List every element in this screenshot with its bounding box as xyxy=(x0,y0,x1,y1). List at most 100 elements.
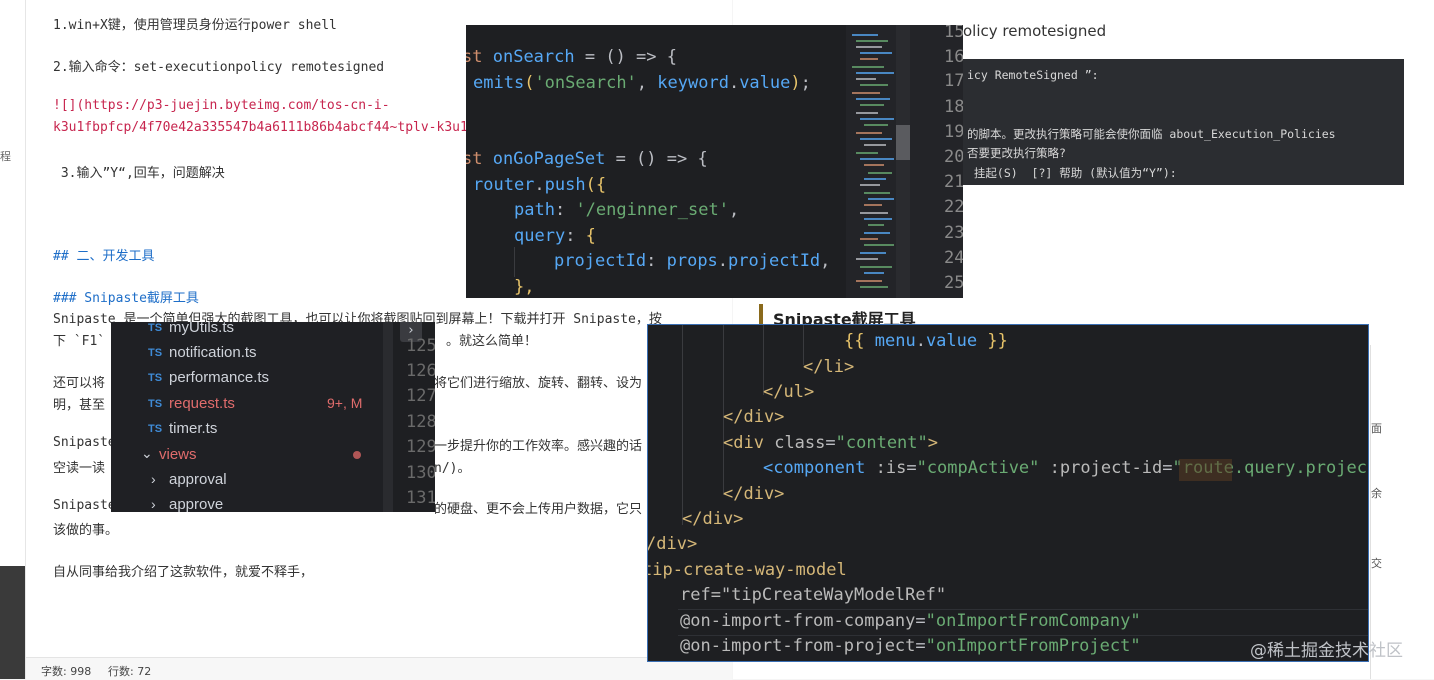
watermark: @稀土掘金技术社区 xyxy=(1250,641,1403,661)
file-item[interactable]: timer.ts xyxy=(169,420,217,437)
code-line: query: { xyxy=(514,226,596,246)
code-line: </div> xyxy=(682,509,744,529)
editor-line: n/)。 xyxy=(434,461,471,476)
code-line: @on-import-from-company="onImportFromCom… xyxy=(680,611,1141,631)
file-item[interactable]: myUtils.ts xyxy=(169,322,234,336)
folder-views[interactable]: views xyxy=(159,446,197,463)
ts-file-icon: TS xyxy=(148,322,163,334)
line-number: 130 xyxy=(406,463,435,483)
line-number: 128 xyxy=(406,412,435,432)
code-line: {{ menu.value }} xyxy=(844,331,1008,351)
code-line: }, xyxy=(514,277,535,297)
code-line: st onSearch = () => { xyxy=(466,47,677,67)
editor-line: 一步提升你的工作效率。感兴趣的话 xyxy=(434,439,643,454)
heading-h3: ### Snipaste截屏工具 xyxy=(53,291,199,306)
editor-line: 空读一读 xyxy=(53,461,106,476)
article-side-panel: 面 余 交 xyxy=(1370,345,1434,679)
code-line: path: '/enginner_set', xyxy=(514,200,740,220)
heading-h2: ## 二、开发工具 xyxy=(53,249,155,264)
line-number: 125 xyxy=(406,336,435,356)
line-count: 行数: 72 xyxy=(108,665,152,678)
powershell-window: icy RemoteSigned ”: 的脚本。更改执行策略可能会使你面临 ab… xyxy=(962,59,1404,185)
line-number: 126 xyxy=(406,361,435,381)
line-number: 21 xyxy=(944,172,963,192)
code-editor-bottom[interactable]: {{ menu.value }} </li> </ul> </div> <div… xyxy=(647,324,1369,662)
line-number: 16 xyxy=(944,47,963,67)
code-line: <div class="content"> xyxy=(723,433,939,453)
image-link[interactable]: k3u1fbpfcp/4f70e42a335547b4a6111b86b4abc… xyxy=(53,120,476,135)
ps-line: 挂起(S) [?] 帮助 (默认值为“Y”): xyxy=(967,166,1177,180)
code-line: ref="tipCreateWayModelRef" xyxy=(680,585,947,605)
editor-line: 的硬盘、更不会上传用户数据，它只 xyxy=(434,502,643,517)
ps-line: icy RemoteSigned ”: xyxy=(967,68,1099,82)
chevron-right-icon[interactable]: › xyxy=(151,471,156,487)
code-line: st onGoPageSet = () => { xyxy=(466,149,708,169)
status-bar: 字数: 998 行数: 72 xyxy=(26,657,732,680)
line-number: 15 xyxy=(944,25,963,42)
chevron-right-icon[interactable]: › xyxy=(151,496,156,512)
ts-file-icon: TS xyxy=(148,423,163,435)
editor-line: 。就这么简单！ xyxy=(446,334,538,349)
scrollbar-track[interactable] xyxy=(896,25,910,298)
word-count: 字数: 998 xyxy=(41,665,92,678)
code-line: </ul> xyxy=(763,382,815,402)
side-char: 面 xyxy=(1371,422,1382,435)
indent-guide xyxy=(514,247,515,277)
line-number: 17 xyxy=(944,71,963,91)
modified-dot-icon xyxy=(353,451,361,459)
code-line: </li> xyxy=(803,357,855,377)
gutter-dark-block xyxy=(0,566,25,679)
line-number: 129 xyxy=(406,437,435,457)
ps-line: 的脚本。更改执行策略可能会使你面临 about_Execution_Polici… xyxy=(967,127,1336,141)
line-number: 24 xyxy=(944,248,963,268)
article-text: olicy remotesigned xyxy=(963,22,1107,40)
editor-line: Snipaste xyxy=(53,435,116,450)
file-explorer[interactable]: › TS myUtils.ts TS notification.ts TS pe… xyxy=(111,322,435,512)
indent-guide xyxy=(682,325,683,525)
line-number: 18 xyxy=(944,97,963,117)
chevron-down-icon[interactable]: ⌄ xyxy=(141,445,153,462)
folder-item[interactable]: approve xyxy=(169,496,223,512)
ts-file-icon: TS xyxy=(148,398,163,410)
code-line: </div> xyxy=(723,484,785,504)
line-number: 127 xyxy=(406,386,435,406)
code-line: tip-create-way-model xyxy=(647,560,847,580)
ps-line: 否要更改执行策略? xyxy=(967,146,1066,160)
code-line: /div> xyxy=(647,534,698,554)
line-number: 23 xyxy=(944,223,963,243)
selection-highlight xyxy=(1179,459,1232,481)
editor-line: 该做的事。 xyxy=(53,523,119,538)
editor-line: Snipaste xyxy=(53,498,116,513)
file-item-modified[interactable]: request.ts xyxy=(169,395,235,412)
gutter-char: 程 xyxy=(0,150,11,163)
editor-line: 下 `F1` xyxy=(53,334,106,349)
line-number: 20 xyxy=(944,147,963,167)
left-gutter: 程 xyxy=(0,0,26,679)
side-char: 余 xyxy=(1371,487,1382,500)
code-line: emits('onSearch', keyword.value); xyxy=(473,73,811,93)
code-line: projectId: props.projectId, xyxy=(554,251,831,271)
side-char: 交 xyxy=(1371,557,1382,570)
code-line: <component :is="compActive" :project-id=… xyxy=(763,458,1369,478)
file-item[interactable]: performance.ts xyxy=(169,369,269,386)
code-line: @on-import-from-project="onImportFromPro… xyxy=(680,636,1141,656)
modified-badge: 9+, M xyxy=(327,395,363,411)
explorer-scrollbar[interactable] xyxy=(383,322,393,512)
editor-line: 还可以将 xyxy=(53,376,106,391)
ts-file-icon: TS xyxy=(148,347,163,359)
scrollbar-thumb[interactable] xyxy=(896,125,910,160)
image-link[interactable]: ![](https://p3-juejin.byteimg.com/tos-cn… xyxy=(53,98,390,113)
editor-line: 1.win+X键，使用管理员身份运行power shell xyxy=(53,18,337,33)
ts-file-icon: TS xyxy=(148,372,163,384)
editor-line: 明，甚至 xyxy=(53,398,106,413)
line-number: 22 xyxy=(944,197,963,217)
file-item[interactable]: notification.ts xyxy=(169,344,257,361)
line-number: 19 xyxy=(944,122,963,142)
code-editor-top[interactable]: st onSearch = () => { emits('onSearch', … xyxy=(466,25,963,298)
folder-item[interactable]: approval xyxy=(169,471,227,488)
editor-line: 自从同事给我介绍了这款软件，就爱不释手， xyxy=(53,565,314,580)
code-line: </div> xyxy=(723,407,785,427)
current-line-border xyxy=(678,609,1368,610)
editor-line: 3.输入”Y“,回车，问题解决 xyxy=(53,166,225,181)
editor-line: 2.输入命令：set-executionpolicy remotesigned xyxy=(53,60,385,75)
